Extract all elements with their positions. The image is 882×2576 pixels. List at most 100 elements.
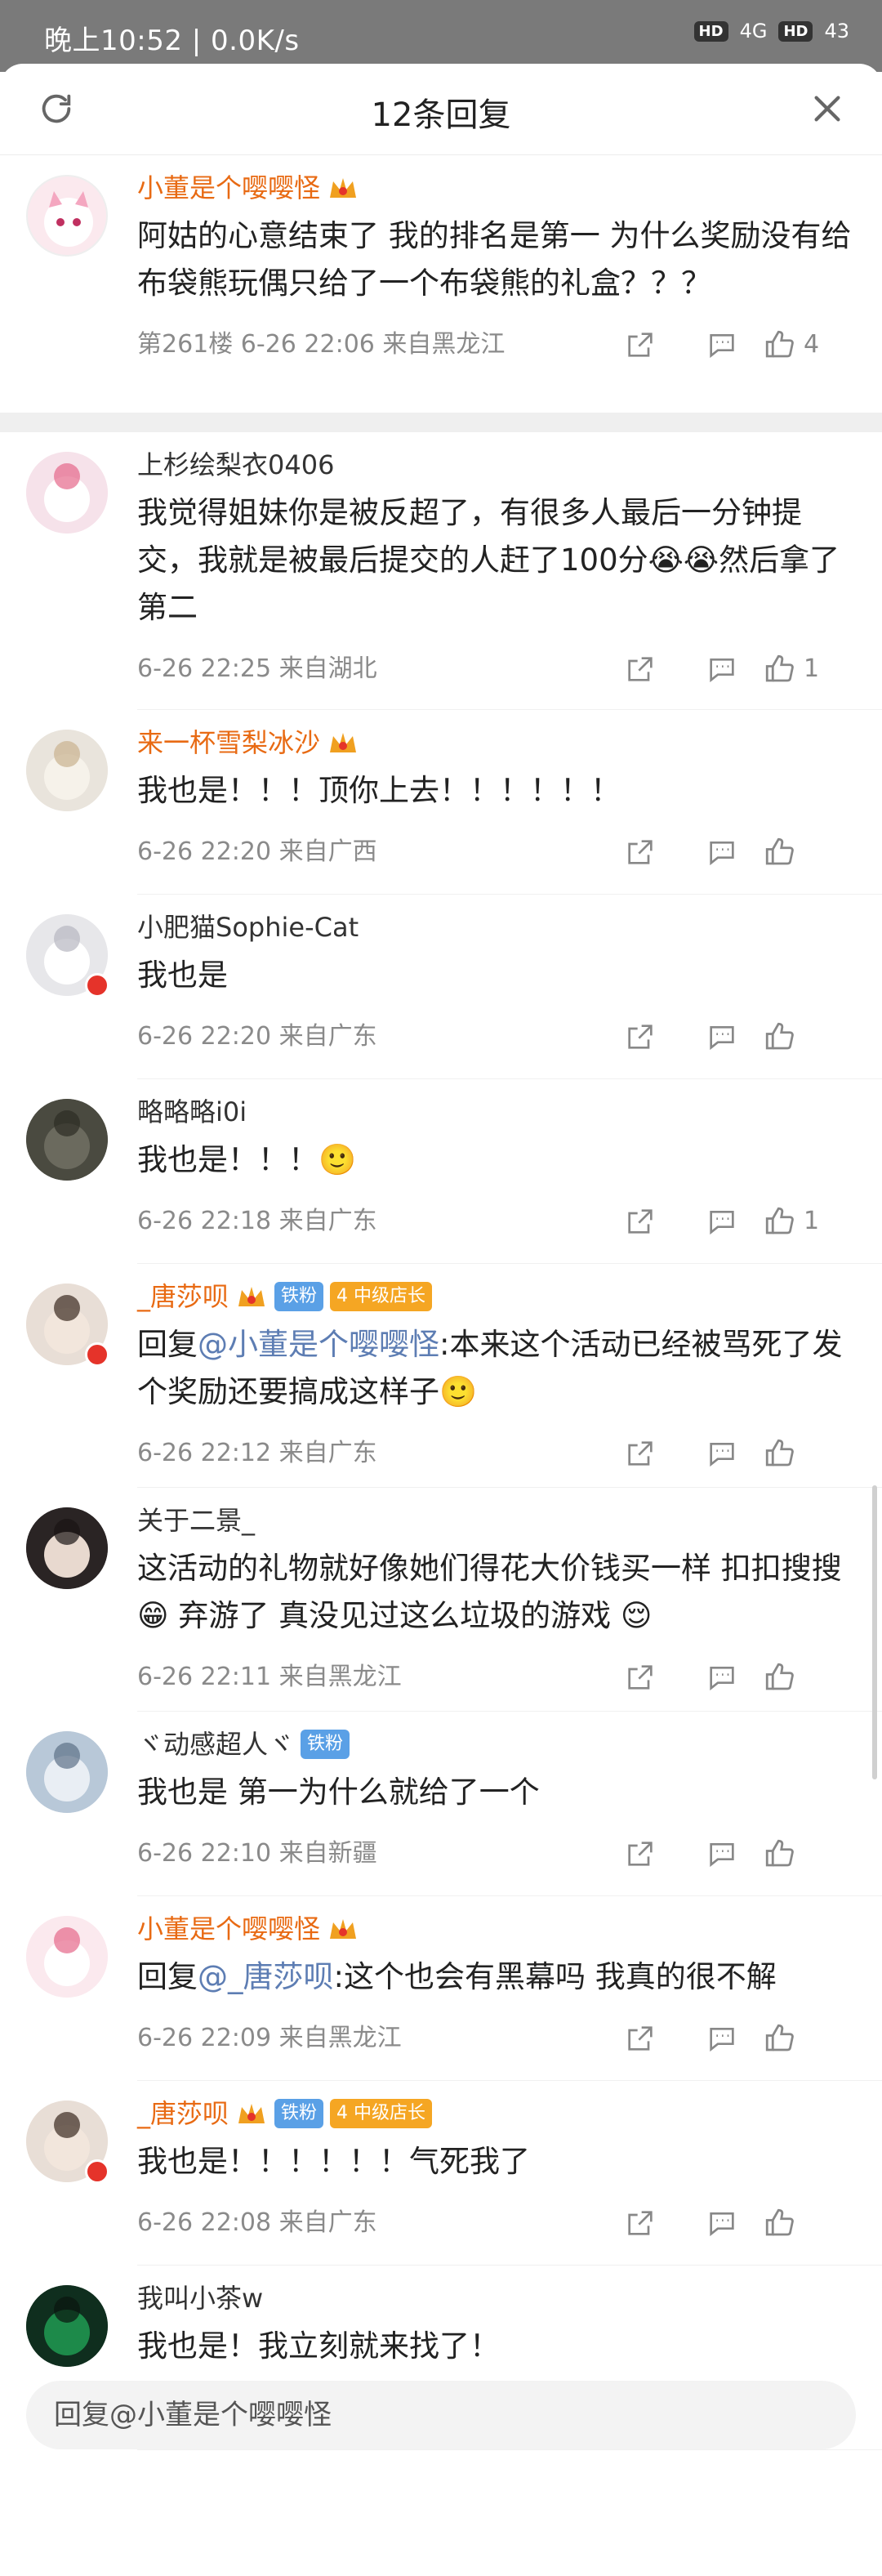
reply-prefix: 回复: [137, 1959, 198, 1994]
comment-meta: 第261楼 6-26 22:06 来自黑龙江 4: [137, 320, 882, 369]
username-text: 我叫小茶w: [137, 2283, 264, 2314]
avatar[interactable]: [26, 1507, 108, 1589]
comment-meta-text: 6-26 22:11 来自黑龙江: [137, 1663, 402, 1691]
share-icon[interactable]: [599, 2203, 681, 2243]
avatar[interactable]: [26, 1099, 108, 1181]
avatar[interactable]: [26, 452, 108, 534]
avatar[interactable]: [26, 1284, 109, 1367]
comment-icon[interactable]: [681, 2019, 763, 2058]
username-text: 来一杯雪梨冰沙: [137, 727, 321, 758]
like-button[interactable]: [763, 2203, 853, 2243]
username-text: 小董是个嘤嘤怪: [137, 1913, 321, 1944]
crown-badge-icon: [238, 1287, 265, 1306]
comment-body-text: :这个也会有黑幕吗 我真的很不解: [333, 1959, 777, 1994]
share-icon[interactable]: [599, 1017, 681, 1056]
username[interactable]: 小董是个嘤嘤怪: [137, 170, 882, 206]
avatar[interactable]: [26, 175, 108, 257]
status-icons: HD 4G HD 43: [693, 20, 849, 42]
username[interactable]: 小肥猫Sophie-Cat: [137, 909, 882, 945]
username[interactable]: 我叫小茶w: [137, 2280, 882, 2316]
share-icon[interactable]: [599, 1658, 681, 1697]
username[interactable]: 上杉绘梨衣0406: [137, 447, 882, 483]
comment-meta: 6-26 22:18 来自广东 1: [137, 1197, 882, 1246]
thumb-up-icon: [765, 654, 794, 682]
comment-actions: [599, 2019, 853, 2058]
reply-list: 上杉绘梨衣0406 我觉得姐妹你是被反超了，有很多人最后一分钟提交，我就是被最后提…: [0, 432, 882, 2450]
comment-text: 我也是！！！🙂: [137, 1136, 882, 1184]
comment-icon[interactable]: [681, 325, 763, 364]
comment-actions: 4: [599, 325, 853, 364]
comment-icon[interactable]: [681, 650, 763, 689]
like-button[interactable]: 4: [763, 325, 853, 364]
avatar[interactable]: [26, 2285, 108, 2367]
comment-meta: 6-26 22:11 来自黑龙江: [137, 1653, 882, 1702]
comment-icon[interactable]: [681, 1834, 763, 1873]
comment-meta-text: 6-26 22:08 来自广东: [137, 2208, 377, 2237]
username[interactable]: 关于二景_: [137, 1502, 882, 1538]
section-divider: [0, 413, 882, 432]
comment-icon[interactable]: [681, 1658, 763, 1697]
avatar[interactable]: [26, 730, 108, 811]
comment-meta-text: 6-26 22:20 来自广西: [137, 837, 377, 866]
like-button[interactable]: [763, 833, 853, 872]
avatar[interactable]: [26, 914, 109, 998]
comment-text: 回复@_唐莎呗:这个也会有黑幕吗 我真的很不解: [137, 1953, 882, 2001]
comment-actions: [599, 1658, 853, 1697]
share-icon[interactable]: [599, 1434, 681, 1473]
fan-badge: 铁粉: [301, 1730, 350, 1759]
comment-meta-text: 6-26 22:18 来自广东: [137, 1207, 377, 1235]
username[interactable]: _唐莎呗 铁粉 4 中级店长: [137, 1279, 882, 1315]
reply-input[interactable]: 回复@小董是个嘤嘤怪: [26, 2381, 856, 2449]
like-button[interactable]: [763, 1658, 853, 1697]
comment-meta: 6-26 22:09 来自黑龙江: [137, 2014, 882, 2063]
avatar[interactable]: [26, 1731, 108, 1813]
comment-meta-text: 第261楼 6-26 22:06 来自黑龙江: [137, 330, 506, 359]
comment-icon[interactable]: [681, 1202, 763, 1241]
scrollbar[interactable]: [872, 1485, 877, 1779]
username[interactable]: 来一杯雪梨冰沙: [137, 725, 882, 761]
comment-body-text: 我也是！！！顶你上去！！！！！！: [137, 773, 621, 808]
mention-link[interactable]: @小董是个嘤嘤怪: [198, 1327, 439, 1362]
avatar[interactable]: [26, 2101, 109, 2184]
comment-icon[interactable]: [681, 1434, 763, 1473]
like-count: 1: [804, 654, 820, 683]
share-icon[interactable]: [599, 833, 681, 872]
network-indicator: 4G: [739, 20, 768, 42]
hd-icon: HD: [693, 20, 728, 42]
comment-body-text: 我也是！！！！！！气死我了: [137, 2144, 530, 2179]
comment-icon[interactable]: [681, 833, 763, 872]
like-button[interactable]: [763, 1017, 853, 1056]
comment-icon[interactable]: [681, 2203, 763, 2243]
verified-badge-icon: [85, 973, 109, 998]
comment-text: 我也是 第一为什么就给了一个: [137, 1769, 882, 1816]
mention-link[interactable]: @_唐莎呗: [198, 1959, 334, 1994]
crown-badge-icon: [238, 2104, 265, 2123]
thumb-up-icon: [765, 837, 794, 865]
comment-icon[interactable]: [681, 1017, 763, 1056]
like-button[interactable]: [763, 1834, 853, 1873]
comment-body-text: 我也是: [137, 958, 228, 993]
avatar[interactable]: [26, 1916, 108, 1998]
share-icon[interactable]: [599, 325, 681, 364]
share-icon[interactable]: [599, 2019, 681, 2058]
username[interactable]: 略略略i0i: [137, 1094, 882, 1130]
thumb-up-icon: [765, 1439, 794, 1467]
username[interactable]: 小董是个嘤嘤怪: [137, 1911, 882, 1947]
thumb-up-icon: [765, 1207, 794, 1234]
like-button[interactable]: 1: [763, 650, 853, 689]
share-icon[interactable]: [599, 650, 681, 689]
close-icon[interactable]: [808, 90, 846, 127]
comment-actions: [599, 1434, 853, 1473]
share-icon[interactable]: [599, 1202, 681, 1241]
username-text: _唐莎呗: [137, 2098, 229, 2129]
like-button[interactable]: 1: [763, 1202, 853, 1241]
like-button[interactable]: [763, 1434, 853, 1473]
share-icon[interactable]: [599, 1834, 681, 1873]
username[interactable]: _唐莎呗 铁粉 4 中级店长: [137, 2096, 882, 2132]
username[interactable]: ヾ动感超人ヾ 铁粉: [137, 1726, 882, 1762]
like-button[interactable]: [763, 2019, 853, 2058]
sheet-header: 12条回复: [0, 64, 882, 155]
comment-item: 关于二景_ 这活动的礼物就好像她们得花大价钱买一样 扣扣搜搜😁 弃游了 真没见过这…: [26, 1488, 882, 1712]
verified-badge-icon: [85, 1342, 109, 1367]
store-manager-badge: 4 中级店长: [330, 2099, 433, 2128]
